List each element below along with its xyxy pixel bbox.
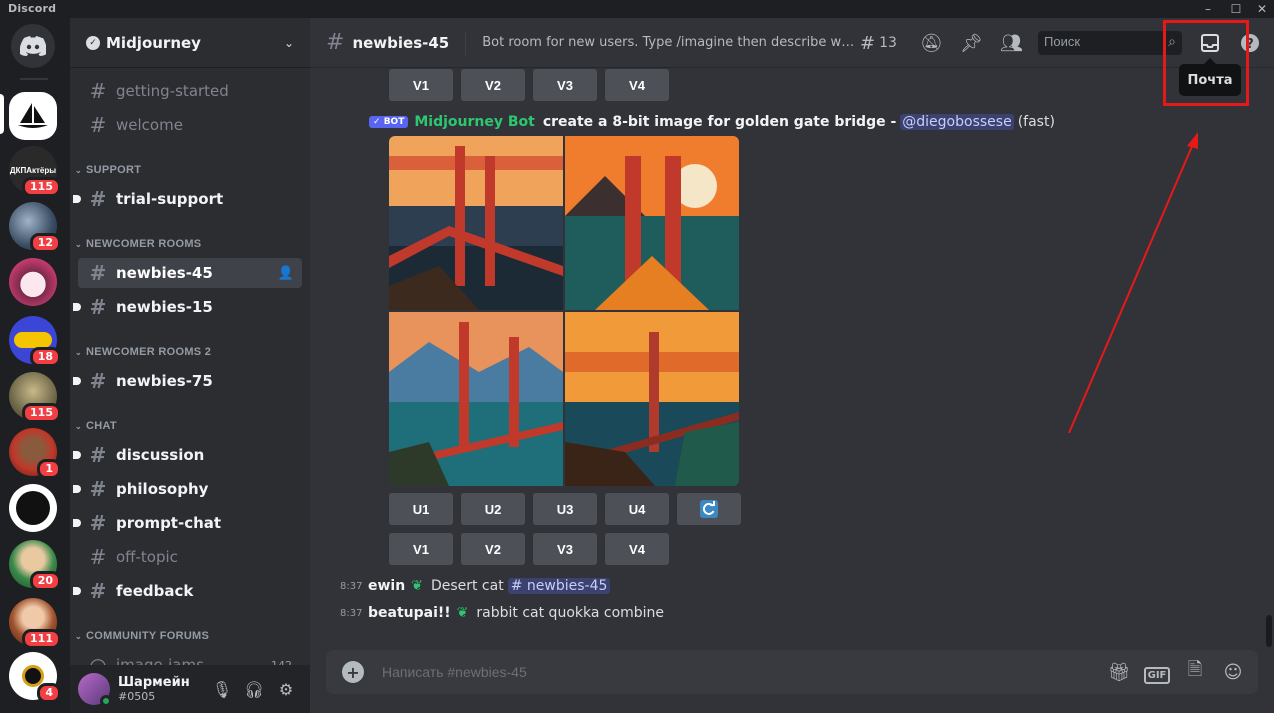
annotation-arrow xyxy=(1068,132,1198,434)
